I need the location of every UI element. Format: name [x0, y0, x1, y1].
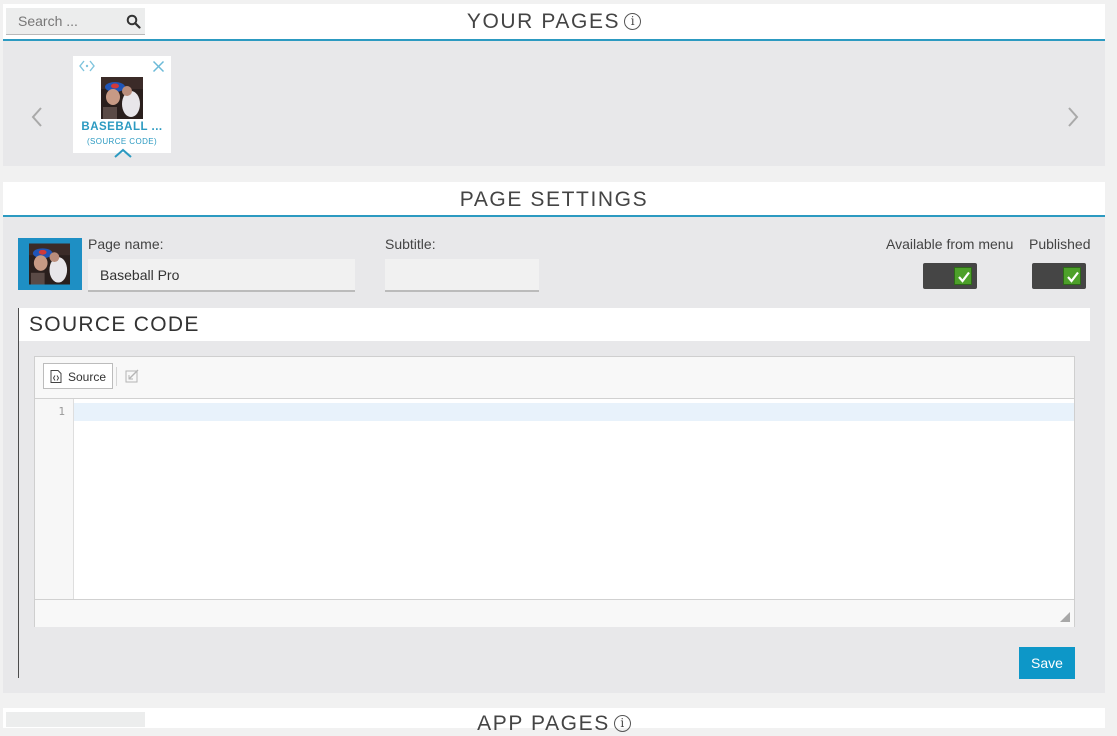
source-file-icon	[50, 370, 62, 383]
page-name-label: Page name:	[88, 236, 164, 252]
page-card[interactable]: BASEBALL ... (SOURCE CODE)	[73, 56, 171, 153]
available-from-menu-toggle[interactable]	[923, 263, 977, 289]
code-icon	[79, 60, 95, 72]
resize-handle-icon[interactable]	[1060, 612, 1070, 622]
published-label: Published	[1029, 236, 1091, 252]
your-pages-title: YOUR PAGES i	[0, 10, 1108, 34]
check-icon	[1067, 271, 1079, 283]
code-editor: Source 1	[34, 356, 1075, 627]
info-icon[interactable]: i	[613, 715, 631, 732]
checkmark-box	[1063, 267, 1081, 285]
source-code-title: SOURCE CODE	[29, 313, 200, 336]
close-icon[interactable]	[152, 60, 165, 73]
source-code-left-rule	[18, 308, 19, 678]
page-card-subtitle: (SOURCE CODE)	[86, 137, 158, 146]
subtitle-label: Subtitle:	[385, 236, 436, 252]
editor-statusbar	[35, 599, 1074, 627]
available-from-menu-label: Available from menu	[886, 236, 1014, 252]
code-text-area[interactable]	[75, 403, 1065, 593]
chevron-up-icon	[114, 148, 132, 158]
page-name-input[interactable]	[88, 259, 355, 292]
line-number-gutter: 1	[35, 399, 74, 599]
info-icon[interactable]: i	[624, 13, 642, 30]
save-button[interactable]: Save	[1019, 647, 1075, 679]
app-pages-title: APP PAGES i	[0, 712, 1108, 736]
line-number: 1	[58, 405, 65, 418]
page-settings-title: PAGE SETTINGS	[459, 188, 649, 211]
chevron-left-icon[interactable]	[27, 102, 49, 132]
subtitle-input[interactable]	[385, 259, 539, 292]
source-button[interactable]: Source	[43, 363, 113, 389]
maximize-edit-icon[interactable]	[125, 369, 140, 384]
page-card-title: BASEBALL ...	[81, 121, 163, 133]
toolbar-separator	[116, 367, 117, 386]
check-icon	[958, 271, 970, 283]
page-thumbnail-image	[101, 77, 143, 119]
your-pages-title-text: YOUR PAGES	[466, 10, 621, 33]
chevron-right-icon[interactable]	[1061, 102, 1083, 132]
app-pages-title-text: APP PAGES	[477, 712, 610, 735]
page-icon-image	[29, 243, 70, 285]
editor-toolbar: Source	[35, 357, 1074, 399]
checkmark-box	[954, 267, 972, 285]
source-button-label: Source	[68, 370, 107, 384]
published-toggle[interactable]	[1032, 263, 1086, 289]
page-icon-picker[interactable]	[18, 238, 82, 290]
